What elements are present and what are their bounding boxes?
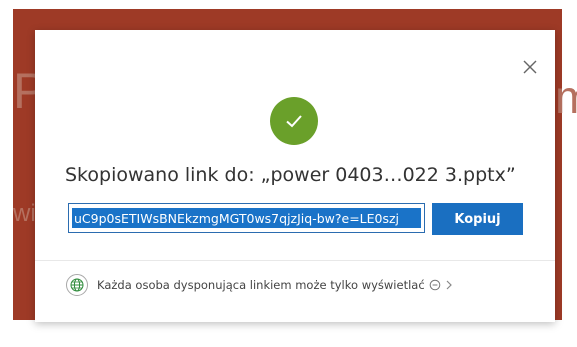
link-permissions-setting[interactable]: Każda osoba dysponująca linkiem może tyl… bbox=[66, 273, 454, 297]
link-row: uC9p0sETIWsBNEkzmgMGT0ws7qjzJiq-bw?e=LE0… bbox=[68, 203, 523, 235]
minus-circle-icon bbox=[429, 279, 440, 291]
globe-icon bbox=[66, 274, 88, 296]
copy-button[interactable]: Kopiuj bbox=[432, 203, 523, 235]
permission-controls bbox=[429, 279, 454, 291]
success-badge bbox=[270, 97, 318, 145]
link-field[interactable]: uC9p0sETIWsBNEkzmgMGT0ws7qjzJiq-bw?e=LE0… bbox=[68, 203, 425, 233]
divider bbox=[35, 260, 555, 261]
slide-text-fragment: m bbox=[555, 71, 577, 123]
dialog-title: Skopiowano link do: „power 0403…022 3.pp… bbox=[65, 164, 516, 186]
slide-text-fragment: wi bbox=[13, 200, 36, 227]
link-field-value: uC9p0sETIWsBNEkzmgMGT0ws7qjzJiq-bw?e=LE0… bbox=[72, 208, 421, 228]
screen: P m wi Skopiowano link do: „power 0403…0… bbox=[0, 0, 577, 347]
copy-link-dialog: Skopiowano link do: „power 0403…022 3.pp… bbox=[35, 30, 555, 322]
close-icon bbox=[523, 60, 537, 74]
close-button[interactable] bbox=[521, 58, 539, 76]
checkmark-icon bbox=[286, 115, 302, 128]
chevron-right-icon bbox=[446, 280, 452, 290]
permission-text: Każda osoba dysponująca linkiem może tyl… bbox=[97, 278, 425, 292]
